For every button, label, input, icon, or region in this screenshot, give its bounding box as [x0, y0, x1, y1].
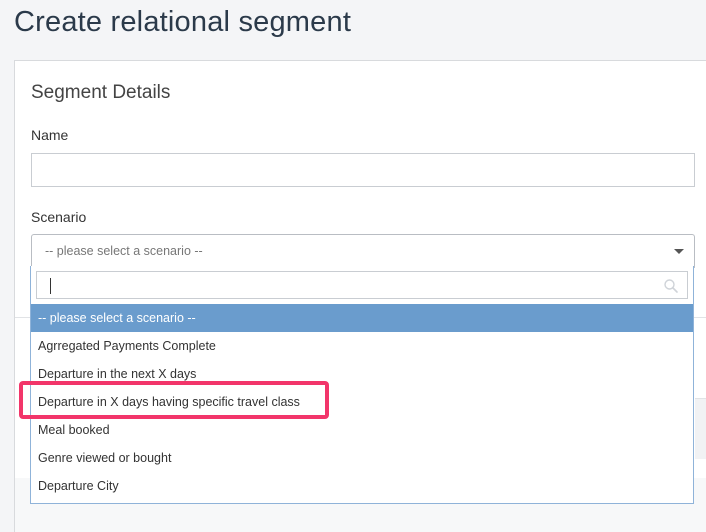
- text-cursor: [50, 278, 51, 294]
- chevron-down-icon: [674, 249, 684, 254]
- section-title: Segment Details: [31, 82, 171, 103]
- highlight-annotation: [19, 381, 329, 419]
- scenario-select[interactable]: -- please select a scenario --: [31, 234, 695, 268]
- name-input[interactable]: [31, 153, 695, 187]
- dropdown-option[interactable]: Agrregated Payments Complete: [31, 332, 693, 360]
- page-title: Create relational segment: [14, 6, 352, 38]
- dropdown-search-input[interactable]: [36, 271, 688, 299]
- dropdown-option[interactable]: Departure City: [31, 472, 693, 500]
- search-icon: [664, 279, 678, 293]
- background-well: [695, 398, 706, 459]
- dropdown-option[interactable]: Meal booked: [31, 416, 693, 444]
- dropdown-option[interactable]: -- please select a scenario --: [31, 304, 693, 332]
- scenario-select-value: -- please select a scenario --: [45, 244, 203, 258]
- dropdown-option[interactable]: Genre viewed or bought: [31, 444, 693, 472]
- scenario-label: Scenario: [31, 209, 87, 225]
- name-label: Name: [31, 127, 69, 143]
